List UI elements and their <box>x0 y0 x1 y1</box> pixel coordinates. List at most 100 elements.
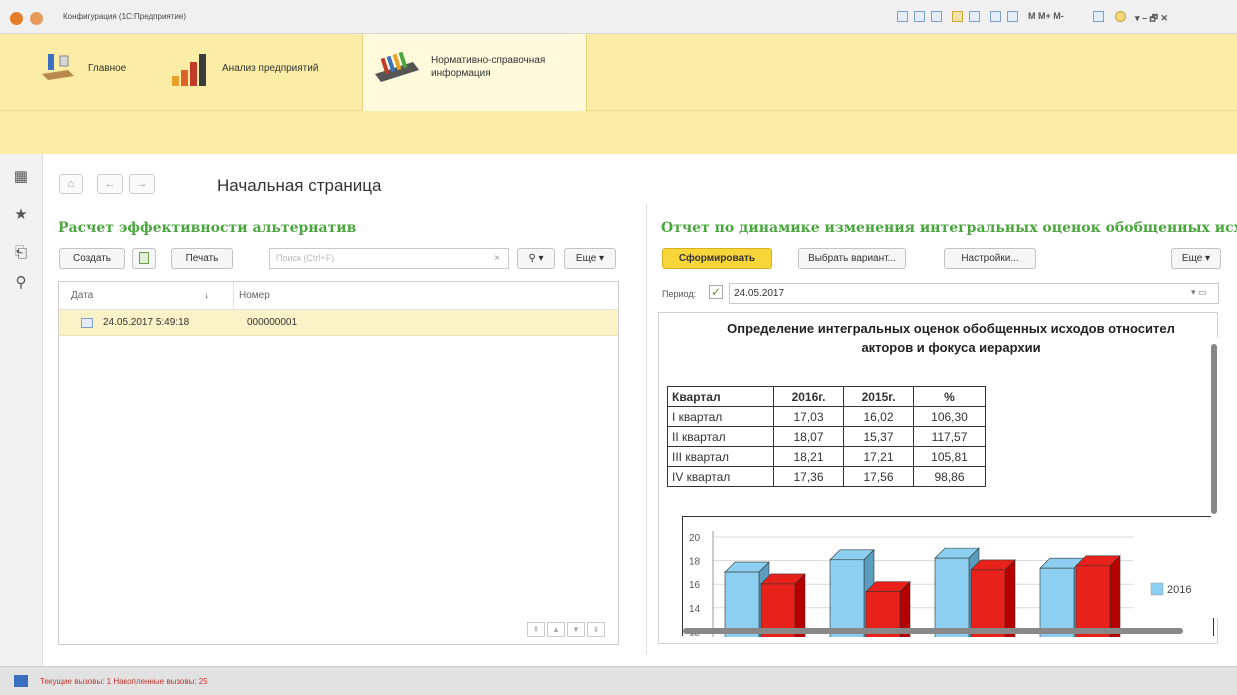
calculator-icon[interactable] <box>1007 11 1018 22</box>
bar-chart: 20181614122016 <box>689 531 1191 643</box>
page-title: Начальная страница <box>217 176 382 195</box>
bar-side <box>1109 555 1121 643</box>
scroll-top-icon[interactable]: ⇞ <box>527 622 545 637</box>
cell: IV квартал <box>667 466 774 487</box>
settings-button[interactable]: Настройки... <box>944 248 1036 269</box>
bar-side <box>1004 559 1016 643</box>
documents-table: Дата ↓ Номер 24.05.2017 5:49:18 00000000… <box>58 281 619 645</box>
generate-button[interactable]: Сформировать <box>662 248 772 269</box>
memory-buttons[interactable]: M M+ M- <box>1028 11 1064 21</box>
column-number[interactable]: Номер <box>239 290 270 301</box>
copy-icon <box>139 252 149 264</box>
window-layout-icon[interactable] <box>1093 11 1104 22</box>
home-button[interactable]: ⌂ <box>59 174 83 194</box>
copy-button[interactable] <box>132 248 156 269</box>
create-button[interactable]: Создать <box>59 248 125 269</box>
section-label-line1: Нормативно-справочная <box>431 55 546 66</box>
scroll-down-icon[interactable]: ▼ <box>567 622 585 637</box>
back-button[interactable]: ← <box>97 174 123 194</box>
header-cell: % <box>913 386 986 407</box>
report-table-row: III квартал 18,21 17,21 105,81 <box>667 446 986 467</box>
column-date[interactable]: Дата <box>71 290 93 301</box>
y-tick-label: 20 <box>689 533 701 544</box>
report-title: Определение интегральных оценок обобщенн… <box>691 319 1211 357</box>
search-input[interactable]: Поиск (Ctrl+F) <box>269 248 509 269</box>
search-options-button[interactable]: ⚲ ▾ <box>517 248 555 269</box>
header-cell: Квартал <box>667 386 774 407</box>
scroll-bottom-icon[interactable]: ⇟ <box>587 622 605 637</box>
period-label: Период: <box>662 289 697 299</box>
scroll-up-icon[interactable]: ▲ <box>547 622 565 637</box>
clear-search-icon[interactable]: × <box>490 250 504 267</box>
cell: 15,37 <box>843 426 914 447</box>
date-field-controls[interactable]: ▾ ▭ <box>1191 287 1207 298</box>
cell: 105,81 <box>913 446 986 467</box>
info-icon[interactable] <box>1115 11 1126 22</box>
more-button-left[interactable]: Еще ▾ <box>564 248 616 269</box>
app-menu-icon[interactable] <box>10 12 23 25</box>
search-icon[interactable]: ⚲ <box>12 274 30 292</box>
cell: 17,56 <box>843 466 914 487</box>
print-icon[interactable] <box>914 11 925 22</box>
calendar-icon[interactable] <box>990 11 1001 22</box>
y-tick-label: 18 <box>689 557 701 568</box>
scrollbar-thumb[interactable] <box>683 628 1183 634</box>
y-tick-label: 16 <box>689 580 701 591</box>
document-icon <box>81 318 93 328</box>
status-bar: Текущие вызовы: 1 Накопленные вызовы: 25 <box>0 666 1237 695</box>
favorites-star-icon[interactable]: ★ <box>12 206 30 224</box>
bar <box>829 559 865 643</box>
cell: 117,57 <box>913 426 986 447</box>
cell: I квартал <box>667 406 774 427</box>
report-table-row: I квартал 17,03 16,02 106,30 <box>667 406 986 427</box>
cell: 17,21 <box>843 446 914 467</box>
table-header: Дата ↓ Номер <box>59 282 618 310</box>
window-controls[interactable]: ▾ – 🗗 ✕ <box>1135 11 1168 27</box>
section-analysis[interactable]: Анализ предприятий <box>160 34 350 111</box>
preview-icon[interactable] <box>931 11 942 22</box>
forward-button[interactable]: → <box>129 174 155 194</box>
choose-variant-button[interactable]: Выбрать вариант... <box>798 248 906 269</box>
report-table-row: IV квартал 17,36 17,56 98,86 <box>667 466 986 487</box>
table-row[interactable]: 24.05.2017 5:49:18 000000001 <box>59 310 618 336</box>
window-titlebar: Конфигурация (1С:Предприятие) M M+ M- ▾ … <box>0 0 1237 34</box>
section-label: Главное <box>88 63 127 74</box>
cell: 18,07 <box>773 426 844 447</box>
section-main[interactable]: Главное <box>30 34 150 111</box>
cell: 16,02 <box>843 406 914 427</box>
history-icon[interactable]: ⎗ <box>12 244 30 262</box>
legend-swatch <box>1150 582 1164 596</box>
report-table-row: II квартал 18,07 15,37 117,57 <box>667 426 986 447</box>
books-icon <box>375 52 419 82</box>
report-horizontal-scrollbar[interactable] <box>669 627 1209 635</box>
row-number: 000000001 <box>247 317 298 328</box>
scrollbar-thumb[interactable] <box>1211 344 1217 514</box>
sort-arrow-icon[interactable]: ↓ <box>204 290 209 301</box>
cell: 17,03 <box>773 406 844 427</box>
period-date-field[interactable]: 24.05.2017 <box>729 283 1219 304</box>
print-button[interactable]: Печать <box>171 248 233 269</box>
grid-menu-icon[interactable]: ▦ <box>12 168 30 186</box>
cell: II квартал <box>667 426 774 447</box>
period-checkbox[interactable]: ✓ <box>709 285 723 299</box>
table-scroll-buttons: ⇞ ▲ ▼ ⇟ <box>527 622 613 638</box>
cell: III квартал <box>667 446 774 467</box>
header-cell: 2016г. <box>773 386 844 407</box>
cell: 106,30 <box>913 406 986 427</box>
report-chart: 20181614122016 <box>682 516 1214 643</box>
bar <box>934 557 970 643</box>
report-vertical-scrollbar[interactable] <box>1211 338 1218 618</box>
cell: 18,21 <box>773 446 844 467</box>
section-label: Анализ предприятий <box>222 63 319 74</box>
favorites-icon[interactable] <box>952 11 963 22</box>
app-menu-dropdown-icon[interactable] <box>30 12 43 25</box>
save-icon[interactable] <box>897 11 908 22</box>
left-panel-title[interactable]: Расчет эффективности альтернатив <box>58 220 618 236</box>
right-panel-title[interactable]: Отчет по динамике изменения интегральных… <box>661 220 1237 236</box>
report-title-line2: акторов и фокуса иерархии <box>861 340 1041 355</box>
section-reference[interactable]: Нормативно-справочная информация <box>362 34 587 111</box>
column-separator <box>233 282 234 310</box>
desk-icon <box>42 54 74 80</box>
more-button-right[interactable]: Еще ▾ <box>1171 248 1221 269</box>
link-icon[interactable] <box>969 11 980 22</box>
